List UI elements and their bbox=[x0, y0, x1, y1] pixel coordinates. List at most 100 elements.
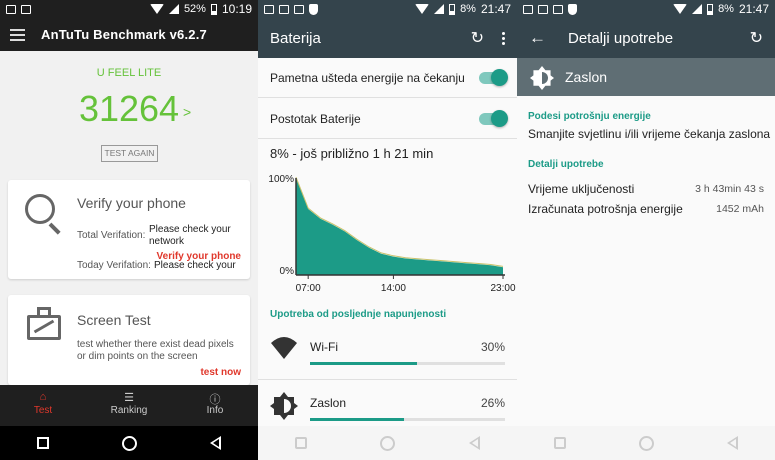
benchmark-score[interactable]: 31264 bbox=[0, 88, 258, 130]
usage-name: Zaslon bbox=[310, 396, 347, 410]
card-title: Screen Test bbox=[77, 312, 151, 328]
system-nav bbox=[517, 426, 775, 460]
home-button-icon[interactable] bbox=[121, 435, 137, 451]
app-bar: ← Detalji upotrebe ↻ bbox=[517, 18, 775, 58]
adjust-header: Podesi potrošnju energije bbox=[528, 111, 651, 122]
battery-estimate: 8% - još približno 1 h 21 min bbox=[270, 146, 434, 161]
mail-icon bbox=[294, 4, 304, 14]
image-icon bbox=[538, 4, 548, 14]
battery-percent: 52% bbox=[183, 3, 206, 15]
mail-icon bbox=[553, 4, 563, 14]
usage-bar bbox=[310, 362, 505, 365]
bottom-nav: ⌂ Test ☰ Ranking ⓘ Info bbox=[0, 385, 258, 426]
clock: 10:19 bbox=[221, 2, 252, 16]
tagline: U FEEL LITE bbox=[96, 67, 162, 79]
tab-info[interactable]: ⓘ Info bbox=[172, 385, 258, 426]
image-icon bbox=[279, 4, 289, 14]
battery-icon bbox=[210, 3, 217, 15]
usage-details-screen: 8% 21:47 ← Detalji upotrebe ↻ Zaslon Pod… bbox=[517, 0, 775, 460]
list-icon: ☰ bbox=[124, 392, 134, 404]
app-bar: Baterija ↻ bbox=[258, 18, 517, 58]
shield-icon bbox=[568, 3, 577, 15]
screen-test-card[interactable]: Screen Test test whether there exist dea… bbox=[8, 295, 250, 385]
tab-label: Ranking bbox=[110, 405, 148, 416]
wifi-icon bbox=[271, 337, 297, 359]
status-bar: 52% 10:19 bbox=[0, 0, 258, 18]
battery-chart: 100% 0%07:00 14:00 23:00 bbox=[268, 174, 516, 294]
back-arrow-icon[interactable]: ← bbox=[529, 28, 546, 48]
test-now-link[interactable]: test now bbox=[200, 367, 241, 378]
tab-test[interactable]: ⌂ Test bbox=[0, 385, 86, 426]
test-again-button[interactable]: TEST AGAIN bbox=[101, 145, 158, 162]
brightness-icon bbox=[530, 66, 554, 90]
search-icon-handle bbox=[48, 222, 61, 235]
battery-area bbox=[296, 178, 503, 275]
chevron-right-icon[interactable]: > bbox=[183, 104, 191, 120]
back-icon[interactable] bbox=[727, 436, 739, 450]
tab-label: Test bbox=[33, 405, 53, 416]
back-icon[interactable] bbox=[210, 436, 222, 450]
verify-card[interactable]: Verify your phone Total Verifation: Plea… bbox=[8, 180, 250, 279]
notification-icon bbox=[21, 4, 31, 14]
menu-icon[interactable] bbox=[10, 28, 25, 41]
refresh-icon[interactable]: ↻ bbox=[471, 28, 484, 48]
info-icon: ⓘ bbox=[209, 394, 221, 406]
detail-label: Vrijeme uključenosti bbox=[528, 182, 635, 196]
setting-smart-saving[interactable]: Pametna ušteda energije na čekanju bbox=[258, 58, 517, 98]
system-nav bbox=[258, 426, 517, 460]
wifi-icon bbox=[415, 4, 430, 14]
detail-value: 1452 mAh bbox=[716, 203, 764, 215]
x-tick-label: 23:00 bbox=[490, 283, 515, 294]
battery-icon bbox=[449, 3, 456, 15]
battery-screen: 8% 21:47 Baterija ↻ Pametna ušteda energ… bbox=[258, 0, 517, 460]
app-title: AnTuTu Benchmark v6.2.7 bbox=[41, 27, 207, 42]
status-bar: 8% 21:47 bbox=[258, 0, 517, 18]
total-value: Please check your bbox=[149, 224, 231, 235]
battery-icon bbox=[707, 3, 714, 15]
app-bar: AnTuTu Benchmark v6.2.7 bbox=[0, 18, 258, 51]
x-tick-label: 07:00 bbox=[296, 283, 321, 294]
usage-percent: 26% bbox=[480, 396, 505, 410]
system-nav bbox=[0, 426, 258, 460]
card-title: Verify your phone bbox=[77, 195, 186, 211]
search-icon bbox=[25, 194, 55, 224]
setting-label: Postotak Baterije bbox=[270, 111, 361, 126]
home-button-icon[interactable] bbox=[638, 435, 654, 451]
clock: 21:47 bbox=[480, 2, 511, 16]
toggle-switch[interactable] bbox=[479, 68, 508, 86]
refresh-icon[interactable]: ↻ bbox=[750, 28, 763, 48]
adjust-text[interactable]: Smanjite svjetlinu i/ili vrijeme čekanja… bbox=[528, 127, 770, 141]
details-header: Detalji upotrebe bbox=[528, 159, 604, 170]
item-name: Zaslon bbox=[565, 69, 608, 85]
battery-percent: 8% bbox=[460, 3, 476, 15]
toggle-switch[interactable] bbox=[479, 109, 508, 127]
card-desc: test whether there exist dead pixels bbox=[77, 339, 234, 350]
more-icon[interactable] bbox=[502, 31, 505, 45]
divider bbox=[258, 379, 517, 380]
recents-icon[interactable] bbox=[294, 437, 307, 449]
tab-ranking[interactable]: ☰ Ranking bbox=[86, 385, 172, 426]
today-value: Please check your bbox=[154, 260, 236, 271]
antutu-screen: 52% 10:19 AnTuTu Benchmark v6.2.7 U FEEL… bbox=[0, 0, 258, 460]
page-title: Detalji upotrebe bbox=[568, 29, 674, 47]
item-header: Zaslon bbox=[517, 58, 775, 96]
recents-icon[interactable] bbox=[553, 437, 566, 449]
wifi-icon bbox=[673, 4, 688, 14]
wifi-icon bbox=[149, 4, 164, 14]
notification-icon bbox=[6, 4, 16, 14]
x-tick-label: 14:00 bbox=[381, 283, 406, 294]
usage-row-wifi[interactable]: Wi-Fi 30% bbox=[258, 330, 517, 384]
home-button-icon[interactable] bbox=[380, 435, 396, 451]
card-desc: or dim points on the screen bbox=[77, 351, 198, 362]
back-icon[interactable] bbox=[469, 436, 481, 450]
status-bar: 8% 21:47 bbox=[517, 0, 775, 18]
setting-battery-percent[interactable]: Postotak Baterije bbox=[258, 99, 517, 139]
battery-percent: 8% bbox=[718, 3, 734, 15]
signal-icon bbox=[692, 4, 703, 14]
y-tick-label: 100% bbox=[268, 174, 294, 185]
usage-bar bbox=[310, 418, 505, 421]
recents-icon[interactable] bbox=[36, 437, 49, 449]
shield-icon bbox=[309, 3, 318, 15]
usage-percent: 30% bbox=[480, 340, 505, 354]
detail-label: Izračunata potrošnja energije bbox=[528, 202, 683, 216]
